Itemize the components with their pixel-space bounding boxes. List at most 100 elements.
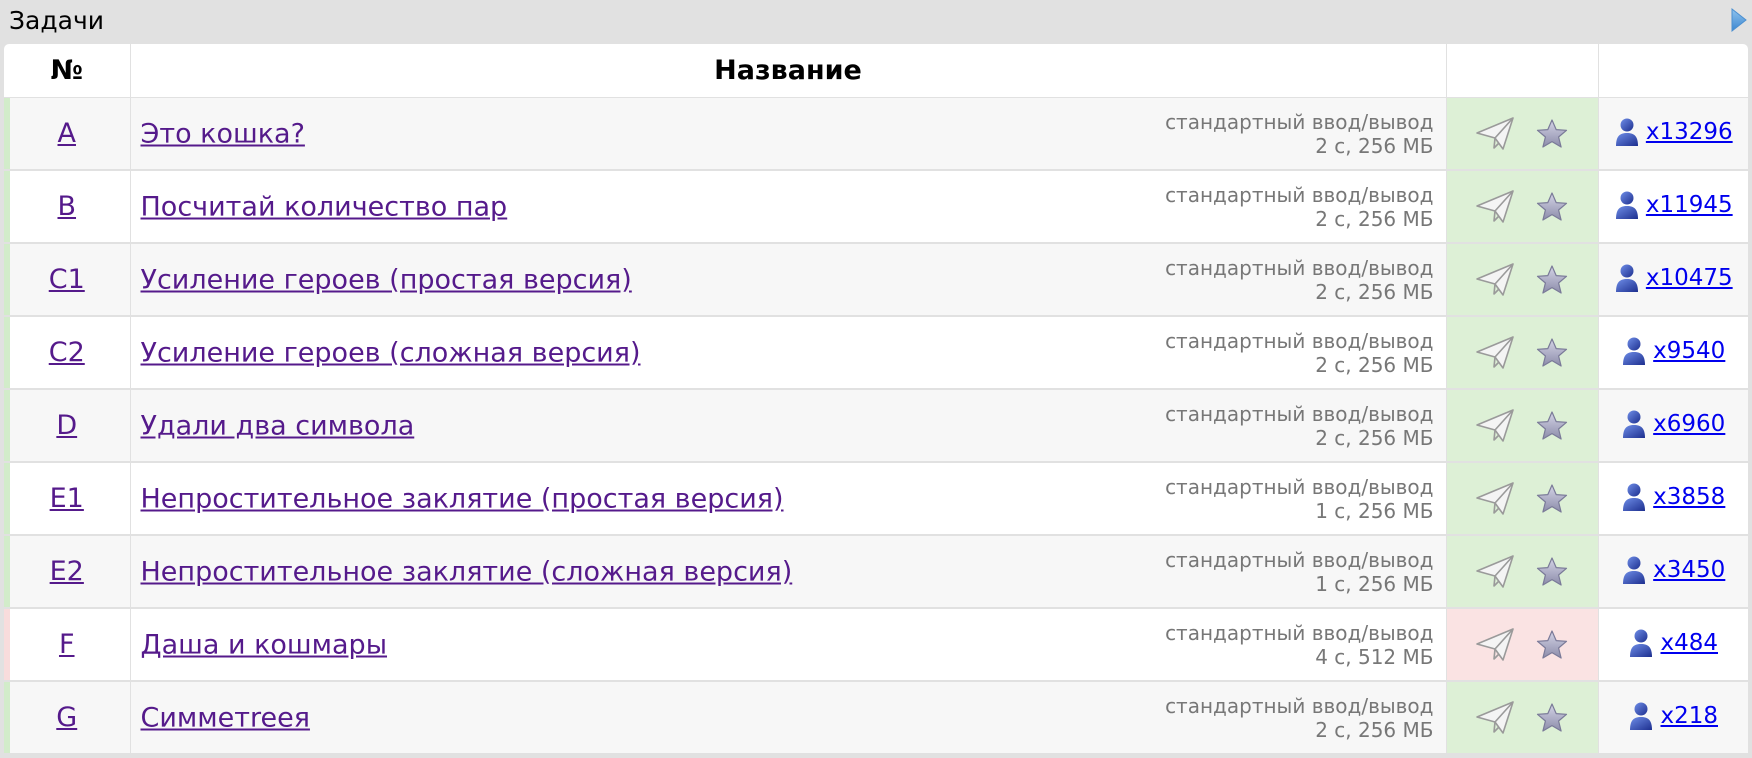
column-header-actions bbox=[1446, 44, 1599, 98]
solved-count-link[interactable]: x11945 bbox=[1646, 192, 1733, 218]
io-mode: стандартный ввод/вывод bbox=[1165, 109, 1434, 134]
problem-index-link[interactable]: E1 bbox=[50, 483, 84, 514]
star-icon[interactable] bbox=[1535, 629, 1569, 661]
problem-name-link[interactable]: Симметreeя bbox=[141, 702, 310, 733]
problem-index-link[interactable]: F bbox=[59, 629, 75, 660]
problem-row: C2 Усиление героев (сложная версия) стан… bbox=[4, 316, 1748, 390]
status-bar bbox=[4, 98, 10, 169]
column-header-name: Название bbox=[130, 44, 1447, 98]
problem-name-link[interactable]: Усиление героев (сложная версия) bbox=[141, 337, 641, 368]
io-mode: стандартный ввод/вывод bbox=[1165, 401, 1434, 426]
star-icon[interactable] bbox=[1535, 191, 1569, 223]
status-bar bbox=[4, 317, 10, 388]
star-icon[interactable] bbox=[1535, 410, 1569, 442]
solved-count-link[interactable]: x3858 bbox=[1653, 484, 1725, 510]
paper-plane-icon[interactable] bbox=[1475, 116, 1515, 152]
solved-count-cell: x484 bbox=[1598, 608, 1748, 682]
problem-actions-cell bbox=[1446, 389, 1599, 463]
io-mode: стандартный ввод/вывод bbox=[1165, 255, 1434, 280]
problem-name-link[interactable]: Посчитай количество пар bbox=[141, 191, 508, 222]
problem-name-link[interactable]: Непростительное заклятие (сложная версия… bbox=[141, 556, 793, 587]
triangle-right-icon[interactable] bbox=[1730, 7, 1748, 33]
paper-plane-icon[interactable] bbox=[1475, 189, 1515, 225]
solved-count-link[interactable]: x484 bbox=[1660, 630, 1718, 656]
problem-index-cell: D bbox=[4, 389, 131, 463]
star-icon[interactable] bbox=[1535, 702, 1569, 734]
problem-limits: стандартный ввод/вывод 1 с, 256 МБ bbox=[1165, 548, 1433, 596]
problem-name-cell: Непростительное заклятие (простая версия… bbox=[130, 462, 1447, 536]
problem-row: E2 Непростительное заклятие (сложная вер… bbox=[4, 535, 1748, 609]
time-memory-limits: 2 с, 256 МБ bbox=[1315, 279, 1434, 304]
problem-actions-cell bbox=[1446, 608, 1599, 682]
problem-index-link[interactable]: D bbox=[56, 410, 77, 441]
user-icon bbox=[1615, 191, 1638, 219]
status-bar bbox=[4, 609, 10, 680]
paper-plane-icon[interactable] bbox=[1475, 262, 1515, 298]
problem-index-cell: C1 bbox=[4, 243, 131, 317]
problem-row: G Симметreeя стандартный ввод/вывод 2 с,… bbox=[4, 681, 1748, 755]
problem-index-link[interactable]: G bbox=[56, 702, 77, 733]
star-icon[interactable] bbox=[1535, 118, 1569, 150]
problem-name-link[interactable]: Это кошка? bbox=[141, 118, 305, 149]
solved-count-link[interactable]: x10475 bbox=[1646, 265, 1733, 291]
solved-count-link[interactable]: x13296 bbox=[1646, 119, 1733, 145]
paper-plane-icon[interactable] bbox=[1475, 481, 1515, 517]
io-mode: стандартный ввод/вывод bbox=[1165, 693, 1434, 718]
solved-count-link[interactable]: x6960 bbox=[1653, 411, 1725, 437]
paper-plane-icon[interactable] bbox=[1475, 700, 1515, 736]
problem-actions-cell bbox=[1446, 170, 1599, 244]
solved-count-link[interactable]: x9540 bbox=[1653, 338, 1725, 364]
problem-index-cell: E2 bbox=[4, 535, 131, 609]
problem-name-link[interactable]: Усиление героев (простая версия) bbox=[141, 264, 632, 295]
star-icon[interactable] bbox=[1535, 483, 1569, 515]
problem-index-link[interactable]: A bbox=[58, 118, 76, 149]
io-mode: стандартный ввод/вывод bbox=[1165, 620, 1434, 645]
problem-name-cell: Непростительное заклятие (сложная версия… bbox=[130, 535, 1447, 609]
problem-limits: стандартный ввод/вывод 2 с, 256 МБ bbox=[1165, 329, 1433, 377]
problem-name-cell: Усиление героев (сложная версия) стандар… bbox=[130, 316, 1447, 390]
paper-plane-icon[interactable] bbox=[1475, 627, 1515, 663]
star-icon[interactable] bbox=[1535, 337, 1569, 369]
problem-row: B Посчитай количество пар стандартный вв… bbox=[4, 170, 1748, 244]
solved-count-link[interactable]: x3450 bbox=[1653, 557, 1725, 583]
time-memory-limits: 2 с, 256 МБ bbox=[1315, 206, 1434, 231]
problem-name-cell: Даша и кошмары стандартный ввод/вывод 4 … bbox=[130, 608, 1447, 682]
star-icon[interactable] bbox=[1535, 264, 1569, 296]
problem-name-link[interactable]: Даша и кошмары bbox=[141, 629, 388, 660]
problem-limits: стандартный ввод/вывод 4 с, 512 МБ bbox=[1165, 621, 1433, 669]
star-icon[interactable] bbox=[1535, 556, 1569, 588]
solved-count-cell: x218 bbox=[1598, 681, 1748, 755]
column-header-number: № bbox=[4, 44, 131, 98]
solved-count-link[interactable]: x218 bbox=[1660, 703, 1718, 729]
io-mode: стандартный ввод/вывод bbox=[1165, 328, 1434, 353]
problem-name-cell: Это кошка? стандартный ввод/вывод 2 с, 2… bbox=[130, 97, 1447, 171]
problem-index-link[interactable]: C1 bbox=[49, 264, 85, 295]
user-icon bbox=[1630, 629, 1653, 657]
problem-index-link[interactable]: B bbox=[57, 191, 76, 222]
problems-table: № Название A Это кошка? стандартный ввод… bbox=[4, 44, 1748, 755]
problem-row: E1 Непростительное заклятие (простая вер… bbox=[4, 462, 1748, 536]
problem-index-link[interactable]: E2 bbox=[50, 556, 84, 587]
problem-limits: стандартный ввод/вывод 2 с, 256 МБ bbox=[1165, 402, 1433, 450]
problem-index-cell: F bbox=[4, 608, 131, 682]
problem-row: D Удали два символа стандартный ввод/выв… bbox=[4, 389, 1748, 463]
user-icon bbox=[1623, 410, 1646, 438]
time-memory-limits: 2 с, 256 МБ bbox=[1315, 352, 1434, 377]
panel-header: Задачи bbox=[0, 0, 1752, 44]
problem-name-link[interactable]: Удали два символа bbox=[141, 410, 415, 441]
problem-limits: стандартный ввод/вывод 1 с, 256 МБ bbox=[1165, 475, 1433, 523]
user-icon bbox=[1615, 264, 1638, 292]
problem-index-link[interactable]: C2 bbox=[49, 337, 85, 368]
paper-plane-icon[interactable] bbox=[1475, 554, 1515, 590]
solved-count-cell: x11945 bbox=[1598, 170, 1748, 244]
time-memory-limits: 2 с, 256 МБ bbox=[1315, 425, 1434, 450]
problem-name-link[interactable]: Непростительное заклятие (простая версия… bbox=[141, 483, 784, 514]
problem-name-cell: Усиление героев (простая версия) стандар… bbox=[130, 243, 1447, 317]
problem-limits: стандартный ввод/вывод 2 с, 256 МБ bbox=[1165, 256, 1433, 304]
paper-plane-icon[interactable] bbox=[1475, 335, 1515, 371]
paper-plane-icon[interactable] bbox=[1475, 408, 1515, 444]
status-bar bbox=[4, 682, 10, 753]
solved-count-cell: x13296 bbox=[1598, 97, 1748, 171]
problem-index-cell: C2 bbox=[4, 316, 131, 390]
io-mode: стандартный ввод/вывод bbox=[1165, 547, 1434, 572]
